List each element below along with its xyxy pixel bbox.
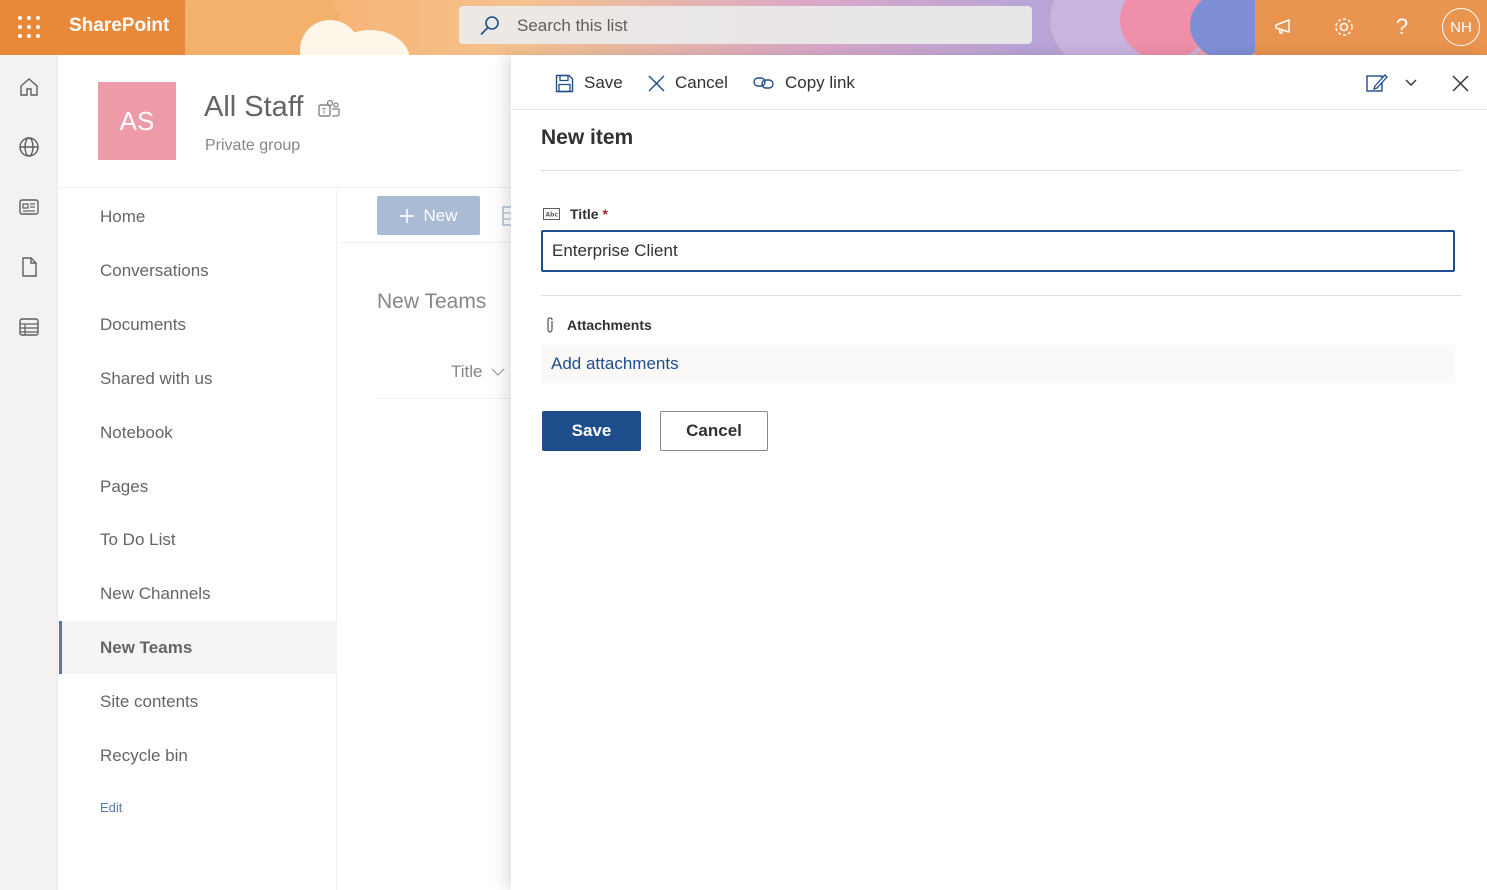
list-command-bar: New [338,189,513,243]
close-icon [648,75,665,91]
nav-edit-link[interactable]: Edit [100,800,122,815]
title-input[interactable] [541,230,1455,272]
svg-text:Abc: Abc [546,212,559,219]
help-icon[interactable]: ? [1389,14,1415,40]
nav-item-recycle-bin[interactable]: Recycle bin [59,729,337,782]
column-divider [377,398,513,399]
site-privacy-label: Private group [205,137,301,154]
title-field-label: Abc Title * [543,206,608,222]
app-name[interactable]: SharePoint [69,15,169,37]
site-title[interactable]: All Staff [204,91,303,124]
panel-save-label: Save [584,73,623,92]
paperclip-icon [547,317,553,333]
new-item-button[interactable]: New [377,196,480,235]
list-icon[interactable] [17,315,41,339]
teams-icon[interactable]: T [318,99,340,124]
required-marker: * [602,206,608,222]
cancel-button[interactable]: Cancel [660,411,768,451]
panel-title: New item [541,126,634,149]
user-avatar[interactable]: NH [1442,8,1480,46]
copy-link-command[interactable]: Copy link [753,69,855,97]
nav-item-new-channels[interactable]: New Channels [59,567,337,620]
copy-link-label: Copy link [785,73,855,92]
home-icon[interactable] [17,75,41,99]
search-placeholder: Search this list [517,16,628,35]
gear-icon[interactable] [1331,14,1357,40]
nav-item-site-contents[interactable]: Site contents [59,675,337,728]
nav-item-conversations[interactable]: Conversations [59,244,337,297]
app-rail [0,55,58,890]
save-icon [555,74,574,92]
link-icon [753,77,774,89]
megaphone-icon[interactable] [1272,14,1298,40]
waffle-icon[interactable] [18,16,40,38]
divider [541,170,1462,171]
nav-item-pages[interactable]: Pages [59,460,337,513]
file-icon[interactable] [17,255,41,279]
nav-item-notebook[interactable]: Notebook [59,406,337,459]
svg-text:T: T [321,107,327,116]
text-field-icon: Abc [543,208,560,220]
column-header-title[interactable]: Title [451,362,505,382]
attachments-label-text: Attachments [567,317,652,333]
news-icon[interactable] [17,195,41,219]
panel-save-command[interactable]: Save [555,69,623,97]
chevron-down-icon [491,368,505,376]
edit-form-icon[interactable] [1366,69,1388,97]
site-header: AS All Staff T Private group [59,55,511,188]
panel-cancel-label: Cancel [675,73,728,92]
panel-cancel-command[interactable]: Cancel [648,69,728,97]
globe-icon[interactable] [17,135,41,159]
nav-item-new-teams[interactable]: New Teams [59,621,337,674]
list-content: New New Teams Title [338,189,513,890]
title-label-text: Title [570,206,599,222]
nav-item-to-do-list[interactable]: To Do List [59,513,337,566]
search-box[interactable]: Search this list [459,6,1032,44]
new-item-label: New [423,205,458,225]
add-attachments-link[interactable]: Add attachments [541,345,1455,383]
suite-bar: SharePoint Search this list ? NH [0,0,1487,55]
suite-brand-area: SharePoint [0,0,185,55]
save-button[interactable]: Save [542,411,641,451]
search-icon [480,16,499,36]
plus-icon [400,208,415,223]
column-header-label: Title [451,362,483,381]
site-navigation: Home Conversations Documents Shared with… [59,189,337,890]
new-item-panel: Save Cancel Copy link New item Abc Title… [511,55,1487,890]
nav-item-home[interactable]: Home [59,190,337,243]
nav-item-documents[interactable]: Documents [59,298,337,351]
close-panel-icon[interactable] [1452,69,1469,97]
attachments-label: Attachments [545,317,652,333]
divider [541,295,1462,296]
chevron-down-icon[interactable] [1405,69,1417,97]
site-logo[interactable]: AS [98,82,176,160]
nav-item-shared-with-us[interactable]: Shared with us [59,352,337,405]
list-title: New Teams [377,290,487,313]
panel-command-bar: Save Cancel Copy link [511,55,1487,110]
